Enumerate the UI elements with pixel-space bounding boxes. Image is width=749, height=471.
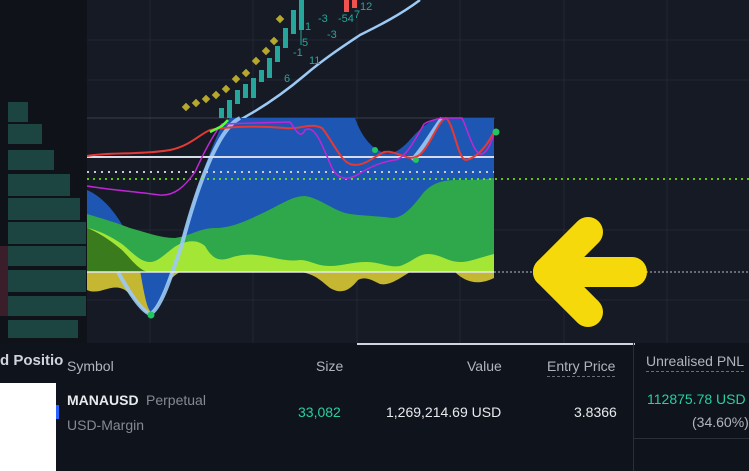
price-chart[interactable]: -3 -54 12 7 -3 1 5 -1 6 11 <box>0 0 749 343</box>
depth-bars <box>8 102 86 338</box>
column-header-value[interactable]: Value <box>467 358 502 374</box>
candle-label: -54 <box>338 13 354 25</box>
depth-bar-red <box>0 246 8 316</box>
unrealised-pnl-percent: (34.60%) <box>692 414 749 430</box>
column-header-entry-price[interactable]: Entry Price <box>547 358 616 377</box>
mid-marker <box>413 157 419 163</box>
candle-label: 6 <box>284 73 290 85</box>
candle-label: 1 <box>305 21 311 33</box>
margin-type: USD-Margin <box>67 417 145 433</box>
chart-canvas: -3 -54 12 7 -3 1 5 -1 6 11 <box>0 0 749 343</box>
candle-label: 5 <box>302 37 308 49</box>
column-header-unrealised-pnl[interactable]: Unrealised PNL <box>646 353 745 372</box>
candle-label: -3 <box>327 29 337 41</box>
entry-price: 3.8366 <box>574 404 617 420</box>
column-divider <box>633 343 634 471</box>
top-marker <box>492 128 500 136</box>
contract-type: Perpetual <box>146 392 206 408</box>
position-value: 1,269,214.69 USD <box>386 404 502 420</box>
column-header-size[interactable]: Size <box>316 358 343 374</box>
position-size: 33,082 <box>298 404 341 420</box>
row-divider <box>633 438 749 439</box>
mid-marker <box>372 147 378 153</box>
symbol-name[interactable]: MANAUSD <box>67 392 139 408</box>
candle-label: 12 <box>360 1 372 13</box>
oscillator-pane <box>86 116 749 319</box>
candle-label: -1 <box>293 47 303 59</box>
overlay-box <box>0 383 56 471</box>
selection-edge <box>56 405 59 419</box>
candles <box>219 0 357 118</box>
section-title: d Positio <box>0 352 64 369</box>
candle-label: -3 <box>318 13 328 25</box>
candle-label: 11 <box>309 55 320 67</box>
bottom-marker <box>147 311 155 319</box>
candle-labels: -3 -54 12 7 -3 1 5 -1 6 11 <box>284 1 372 85</box>
unrealised-pnl: 112875.78 USD <box>647 391 746 407</box>
active-tab-indicator <box>357 343 635 345</box>
column-header-symbol[interactable]: Symbol <box>67 358 114 374</box>
candle-label: 7 <box>354 9 360 21</box>
positions-panel: d Positio Symbol Size Value Entry Price … <box>0 343 749 471</box>
